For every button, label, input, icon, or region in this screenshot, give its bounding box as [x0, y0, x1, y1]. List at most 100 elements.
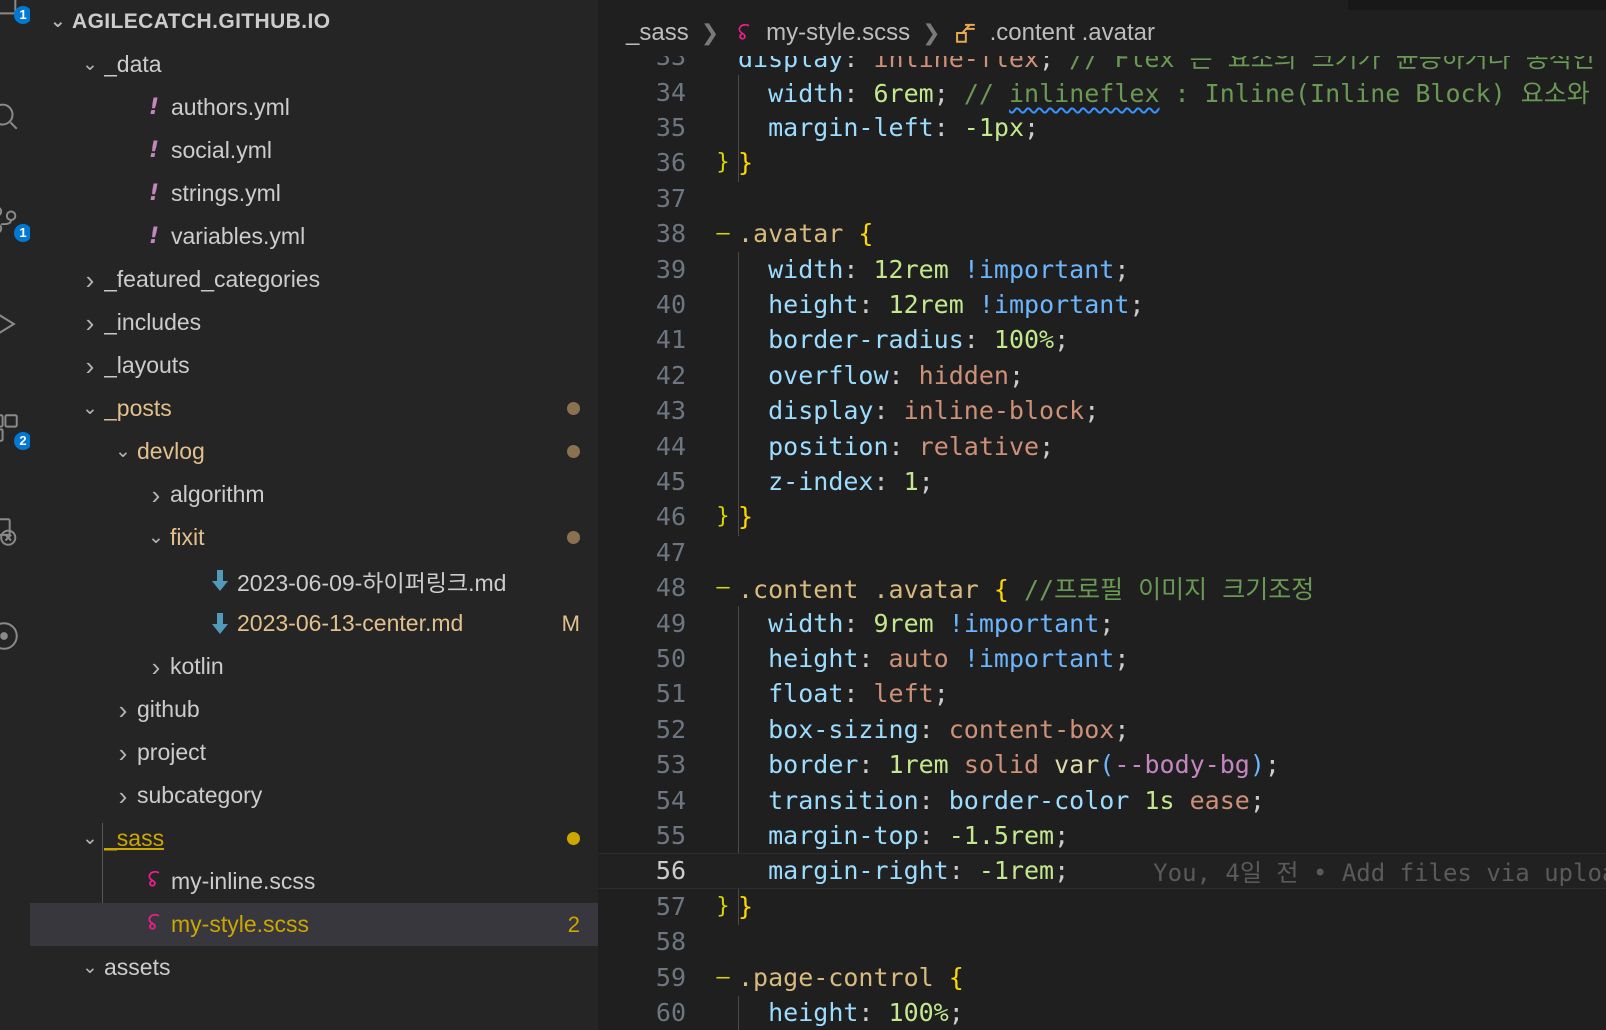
activity-bar-testing-icon[interactable]	[0, 612, 30, 664]
tree-item-subcategory[interactable]: › subcategory	[30, 774, 598, 817]
fold-close-brace-icon[interactable]: }	[710, 889, 736, 924]
tree-item-2023-06-09-하이퍼링크.md[interactable]: ›2023-06-09-하이퍼링크.md	[30, 559, 598, 602]
code-token: :	[888, 360, 919, 390]
activity-bar-source-control-icon[interactable]: 1	[0, 196, 30, 248]
tree-item-my-style.scss[interactable]: ›my-style.scss2	[30, 903, 598, 946]
code-line-38[interactable]: 38 .avatar {	[598, 216, 1606, 251]
tree-item-github[interactable]: › github	[30, 688, 598, 731]
line-number: 50	[655, 643, 686, 673]
code-line-53[interactable]: 53 border: 1rem solid var(--body-bg);	[598, 747, 1606, 782]
tree-item-algorithm[interactable]: › algorithm	[30, 473, 598, 516]
explorer-root-folder[interactable]: ⌄ AGILECATCH.GITHUB.IO	[30, 0, 598, 43]
code-line-43[interactable]: 43 display: inline-block;	[598, 393, 1606, 428]
code-line-59[interactable]: 59 .page-control {	[598, 959, 1606, 994]
code-line-57[interactable]: 57}	[598, 889, 1606, 924]
code-line-35[interactable]: 35 margin-left: -1px;	[598, 110, 1606, 145]
fold-close-brace-icon[interactable]: }	[710, 145, 736, 180]
tree-item-variables.yml[interactable]: ›!variables.yml	[30, 215, 598, 258]
activity-bar-search-icon[interactable]	[0, 92, 30, 144]
chevron-right-icon: ›	[151, 479, 161, 510]
tree-item-label: _includes	[104, 309, 202, 335]
code-line-37[interactable]: 37	[598, 181, 1606, 216]
line-number: 51	[655, 679, 686, 709]
tree-item-label: subcategory	[137, 782, 263, 808]
tree-item-_data[interactable]: ⌄ _data	[30, 43, 598, 86]
tree-item-kotlin[interactable]: › kotlin	[30, 645, 598, 688]
tree-item-strings.yml[interactable]: ›!strings.yml	[30, 172, 598, 215]
code-line-56[interactable]: 56 margin-right: -1rem; You, 4일 전 • Add f…	[598, 853, 1606, 889]
fold-collapse-icon[interactable]: ‒	[710, 216, 736, 251]
code-token: ;	[1249, 785, 1265, 815]
tree-item-2023-06-13-center.md[interactable]: ›2023-06-13-center.mdM	[30, 602, 598, 645]
breadcrumb-folder[interactable]: _sass	[626, 19, 689, 47]
activity-bar-extensions-icon[interactable]: 2	[0, 404, 30, 456]
code-token: margin-left	[768, 112, 934, 142]
tree-item-social.yml[interactable]: ›!social.yml	[30, 129, 598, 172]
breadcrumb: _sass ❯ my-style.scss ❯ .content .avatar	[598, 10, 1606, 56]
tree-item-label: algorithm	[170, 481, 265, 507]
chevron-down-icon: ⌄	[82, 54, 98, 75]
fold-close-brace-icon[interactable]: }	[710, 499, 736, 534]
code-token: :	[858, 643, 889, 673]
code-token: ease	[1189, 785, 1250, 815]
activity-badge: 1	[14, 6, 30, 24]
code-line-34[interactable]: 34 width: 6rem; // inlineflex : Inline(I…	[598, 74, 1606, 109]
code-line-58[interactable]: 58	[598, 924, 1606, 959]
code-line-47[interactable]: 47	[598, 535, 1606, 570]
breadcrumb-file[interactable]: my-style.scss	[766, 19, 910, 47]
code-line-48[interactable]: 48 .content .avatar { //프로필 이미지 크기조정	[598, 570, 1606, 605]
tree-item-assets[interactable]: ⌄ assets	[30, 946, 598, 989]
code-text: position: relative;	[734, 432, 1054, 461]
code-token: content-box	[948, 714, 1115, 744]
tree-item-authors.yml[interactable]: ›!authors.yml	[30, 86, 598, 129]
fold-collapse-icon[interactable]: ‒	[710, 959, 736, 994]
code-line-36[interactable]: 36}	[598, 145, 1606, 180]
fold-collapse-icon[interactable]: ‒	[710, 570, 736, 605]
activity-bar-run-and-debug-icon[interactable]	[0, 300, 30, 352]
code-editor[interactable]: 33 display: inline-flex; // Flex 은 요소의 크기…	[598, 56, 1606, 1030]
code-line-39[interactable]: 39 width: 12rem !important;	[598, 251, 1606, 286]
chevron-down-icon: ⌄	[148, 527, 164, 548]
code-line-46[interactable]: 46}	[598, 499, 1606, 534]
tree-item-my-inline.scss[interactable]: ›my-inline.scss	[30, 860, 598, 903]
code-line-54[interactable]: 54 transition: border-color 1s ease;	[598, 782, 1606, 817]
code-line-40[interactable]: 40 height: 12rem !important;	[598, 287, 1606, 322]
code-token: display	[768, 396, 874, 426]
code-line-50[interactable]: 50 height: auto !important;	[598, 641, 1606, 676]
tree-item-_featured_categories[interactable]: › _featured_categories	[30, 258, 598, 301]
code-line-41[interactable]: 41 border-radius: 100%;	[598, 322, 1606, 357]
code-token: inline-block	[903, 396, 1085, 426]
tree-item-_includes[interactable]: › _includes	[30, 301, 598, 344]
code-line-42[interactable]: 42 overflow: hidden;	[598, 358, 1606, 393]
line-number: 58	[655, 927, 686, 957]
breadcrumb-symbol[interactable]: .content .avatar	[990, 19, 1155, 47]
activity-bar-remote-explorer-icon[interactable]	[0, 508, 30, 560]
code-line-52[interactable]: 52 box-sizing: content-box;	[598, 712, 1606, 747]
chevron-down-icon: ⌄	[82, 398, 98, 419]
scss-file-icon	[137, 867, 171, 897]
tab-my-style-scss[interactable]	[598, 0, 1348, 10]
activity-bar-explorer-icon[interactable]: 1	[0, 0, 30, 30]
code-line-45[interactable]: 45 z-index: 1;	[598, 464, 1606, 499]
code-token: margin-right	[768, 856, 949, 886]
code-token: :	[843, 254, 874, 284]
code-line-51[interactable]: 51 float: left;	[598, 676, 1606, 711]
code-token: {	[993, 574, 1009, 604]
code-line-33[interactable]: 33 display: inline-flex; // Flex 은 요소의 크기…	[598, 56, 1606, 74]
tree-item-_layouts[interactable]: › _layouts	[30, 344, 598, 387]
code-text: width: 9rem !important;	[734, 609, 1114, 638]
tree-item-fixit[interactable]: ⌄ fixit	[30, 516, 598, 559]
code-token: --body-bg	[1114, 750, 1250, 780]
tree-item-devlog[interactable]: ⌄ devlog	[30, 430, 598, 473]
code-line-55[interactable]: 55 margin-top: -1.5rem;	[598, 818, 1606, 853]
tree-item-project[interactable]: › project	[30, 731, 598, 774]
code-line-49[interactable]: 49 width: 9rem !important;	[598, 605, 1606, 640]
code-line-60[interactable]: 60 height: 100%;	[598, 995, 1606, 1030]
code-token: !important	[978, 289, 1130, 319]
code-line-44[interactable]: 44 position: relative;	[598, 428, 1606, 463]
code-token: ;	[1039, 56, 1055, 73]
tree-item-_posts[interactable]: ⌄ _posts	[30, 387, 598, 430]
tree-item-_sass[interactable]: ⌄ _sass	[30, 817, 598, 860]
